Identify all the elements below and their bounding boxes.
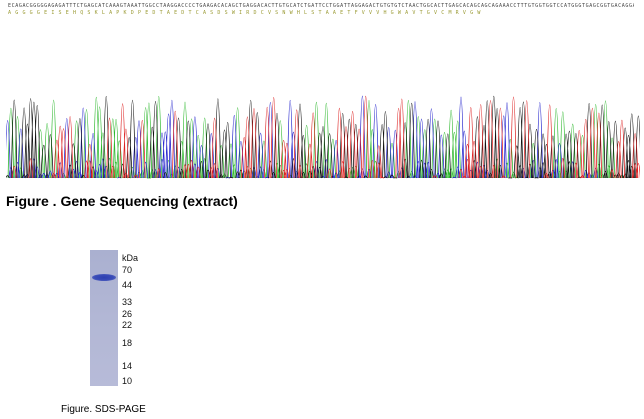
marker-label-18: 18 xyxy=(122,338,133,348)
sds-page-gel-lane xyxy=(90,250,118,386)
marker-label-14: 14 xyxy=(122,361,133,371)
chromatogram-traces xyxy=(6,95,640,179)
marker-label-44: 44 xyxy=(122,280,133,290)
marker-label-26: 26 xyxy=(122,309,133,319)
marker-label-22: 22 xyxy=(122,320,133,330)
marker-label-10: 10 xyxy=(122,376,133,386)
gene-sequencing-caption: Figure . Gene Sequencing (extract) xyxy=(6,193,238,209)
protein-band xyxy=(92,274,116,281)
kda-unit-label: kDa xyxy=(122,253,139,263)
marker-label-70: 70 xyxy=(122,265,133,275)
marker-label-33: 33 xyxy=(122,297,133,307)
sds-page-caption: Figure. SDS-PAGE xyxy=(61,404,146,415)
